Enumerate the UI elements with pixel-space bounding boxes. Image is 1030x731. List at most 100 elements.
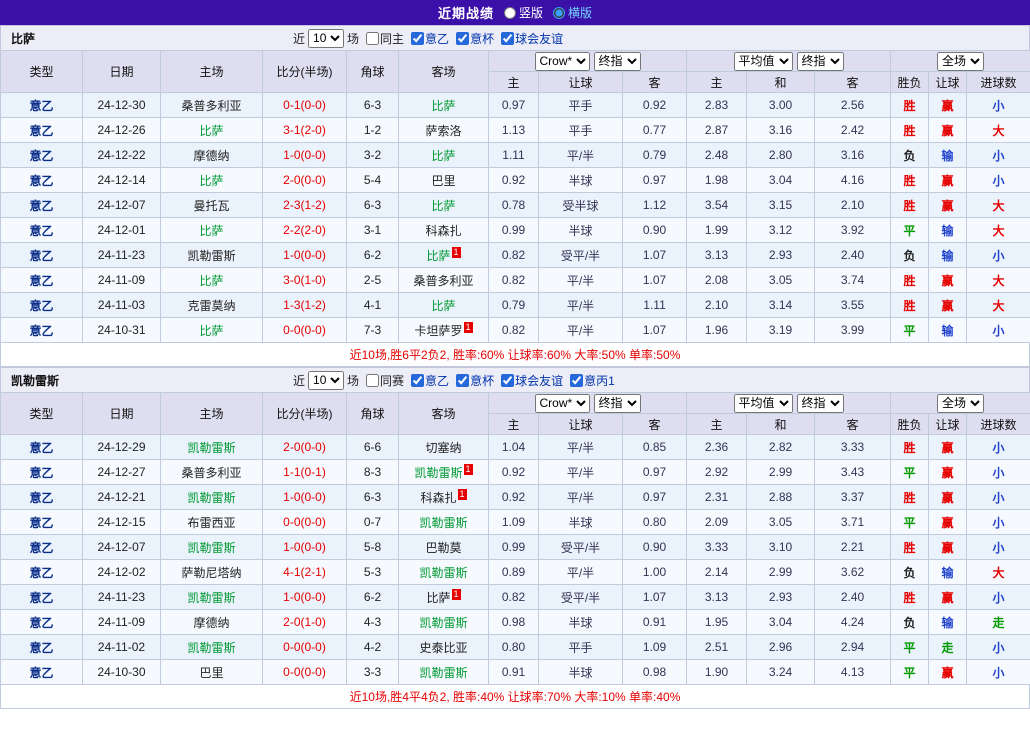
goals-result-cell: 大 [967,293,1030,318]
view-option-horizontal[interactable]: 横版 [553,4,592,21]
handicap-result-cell: 赢 [929,118,967,143]
average-odds-cell: 3.92 [815,218,891,243]
competition-checkbox[interactable] [456,32,469,45]
league-type-cell: 意乙 [1,560,83,585]
handicap-odds-cell: 0.90 [623,218,687,243]
away-team-name: 比萨 [431,149,455,163]
corner-cell: 4-2 [347,635,399,660]
match-row: 意乙24-12-29凯勒雷斯2-0(0-0)6-6切塞纳1.04平/半0.852… [1,435,1030,460]
recent-count-select[interactable]: 10 [308,371,344,390]
recent-count-select[interactable]: 10 [308,29,344,48]
average-odds-cell: 2.31 [687,485,747,510]
average-odds-cell: 1.98 [687,168,747,193]
away-team-cell: 切塞纳 [399,435,489,460]
match-row: 意乙24-11-02凯勒雷斯0-0(0-0)4-2史泰比亚0.80平手1.092… [1,635,1030,660]
view-option-vertical[interactable]: 竖版 [504,4,543,21]
handicap-odds-cell: 1.00 [623,560,687,585]
corner-cell: 3-2 [347,143,399,168]
competition-checkbox[interactable] [570,374,583,387]
scope-select[interactable]: 全场 [937,52,984,71]
horizontal-radio[interactable] [553,7,565,19]
handicap-odds-cell: 0.92 [623,93,687,118]
filter-competition-toggle[interactable]: 球会友谊 [501,30,563,47]
handicap-odds-cell: 0.92 [489,460,539,485]
handicap-odds-cell: 0.77 [623,118,687,143]
outcome-cell: 胜 [891,485,929,510]
red-card-badge: 1 [452,247,461,258]
league-type-cell: 意乙 [1,293,83,318]
match-date-cell: 24-11-23 [83,243,161,268]
filter-competition-toggle[interactable]: 意乙 [411,372,449,389]
corner-cell: 6-6 [347,435,399,460]
away-team-name: 比萨 [426,249,450,263]
filter-same-toggle[interactable]: 同赛 [366,372,404,389]
home-team-name: 桑普多利亚 [181,99,241,113]
filter-competition-toggle[interactable]: 球会友谊 [501,372,563,389]
league-type-cell: 意乙 [1,460,83,485]
page-title: 近期战绩 [438,3,494,22]
handicap-odds-cell: 0.99 [489,535,539,560]
odds-time-select[interactable]: 终指 [594,52,641,71]
average-type-select[interactable]: 平均值 [734,394,793,413]
odds-time-select[interactable]: 终指 [594,394,641,413]
average-odds-cell: 3.04 [747,610,815,635]
home-team-name: 凯勒雷斯 [187,249,235,263]
score-cell: 1-0(0-0) [263,485,347,510]
competition-label: 意杯 [470,30,494,47]
handicap-odds-cell: 0.82 [489,585,539,610]
filter-same-toggle[interactable]: 同主 [366,30,404,47]
recent-prefix-label: 近 [293,372,305,389]
away-team-name: 比萨 [431,299,455,313]
handicap-result-cell: 输 [929,143,967,168]
vertical-radio[interactable] [504,7,516,19]
filter-competition-toggle[interactable]: 意乙 [411,30,449,47]
home-team-cell: 摩德纳 [161,610,263,635]
results-table: 类型日期主场比分(半场)角球客场Crow*终指平均值终指全场主让球客主和客胜负让… [0,50,1030,343]
handicap-odds-cell: 1.07 [623,318,687,343]
handicap-odds-cell: 0.97 [489,93,539,118]
average-type-select[interactable]: 平均值 [734,52,793,71]
average-odds-cell: 2.10 [687,293,747,318]
average-odds-cell: 2.40 [815,585,891,610]
average-odds-cell: 4.24 [815,610,891,635]
section-header: 比萨近10场同主意乙意杯球会友谊 [0,25,1030,50]
scope-select[interactable]: 全场 [937,394,984,413]
column-header: 角球 [347,393,399,435]
competition-checkbox[interactable] [411,374,424,387]
team-section-2: 凯勒雷斯近10场同赛意乙意杯球会友谊意丙1类型日期主场比分(半场)角球客场Cro… [0,367,1030,709]
home-team-cell: 桑普多利亚 [161,93,263,118]
handicap-odds-cell: 平/半 [539,560,623,585]
league-type-cell: 意乙 [1,535,83,560]
filter-same-label: 同主 [380,30,404,47]
competition-checkbox[interactable] [501,32,514,45]
competition-checkbox[interactable] [456,374,469,387]
same-checkbox[interactable] [366,374,379,387]
filter-competition-toggle[interactable]: 意丙1 [570,372,615,389]
average-group-header: 平均值终指 [687,393,891,414]
average-odds-cell: 1.96 [687,318,747,343]
odds-company-select[interactable]: Crow* [535,394,590,413]
score-cell: 3-1(2-0) [263,118,347,143]
filter-competition-toggle[interactable]: 意杯 [456,30,494,47]
away-team-name: 凯勒雷斯 [414,466,462,480]
average-time-select[interactable]: 终指 [797,394,844,413]
handicap-odds-cell: 1.07 [623,243,687,268]
score-cell: 0-0(0-0) [263,510,347,535]
column-header: 角球 [347,51,399,93]
average-time-select[interactable]: 终指 [797,52,844,71]
average-odds-cell: 2.88 [747,485,815,510]
handicap-odds-cell: 0.80 [489,635,539,660]
handicap-odds-cell: 0.98 [623,660,687,685]
away-team-cell: 桑普多利亚 [399,268,489,293]
same-checkbox[interactable] [366,32,379,45]
goals-result-cell: 小 [967,318,1030,343]
average-odds-cell: 2.93 [747,243,815,268]
competition-checkbox[interactable] [411,32,424,45]
odds-company-select[interactable]: Crow* [535,52,590,71]
competition-checkbox[interactable] [501,374,514,387]
match-date-cell: 24-11-23 [83,585,161,610]
league-type-cell: 意乙 [1,143,83,168]
sub-column-header: 主 [687,72,747,93]
filter-competition-toggle[interactable]: 意杯 [456,372,494,389]
home-team-cell: 摩德纳 [161,143,263,168]
